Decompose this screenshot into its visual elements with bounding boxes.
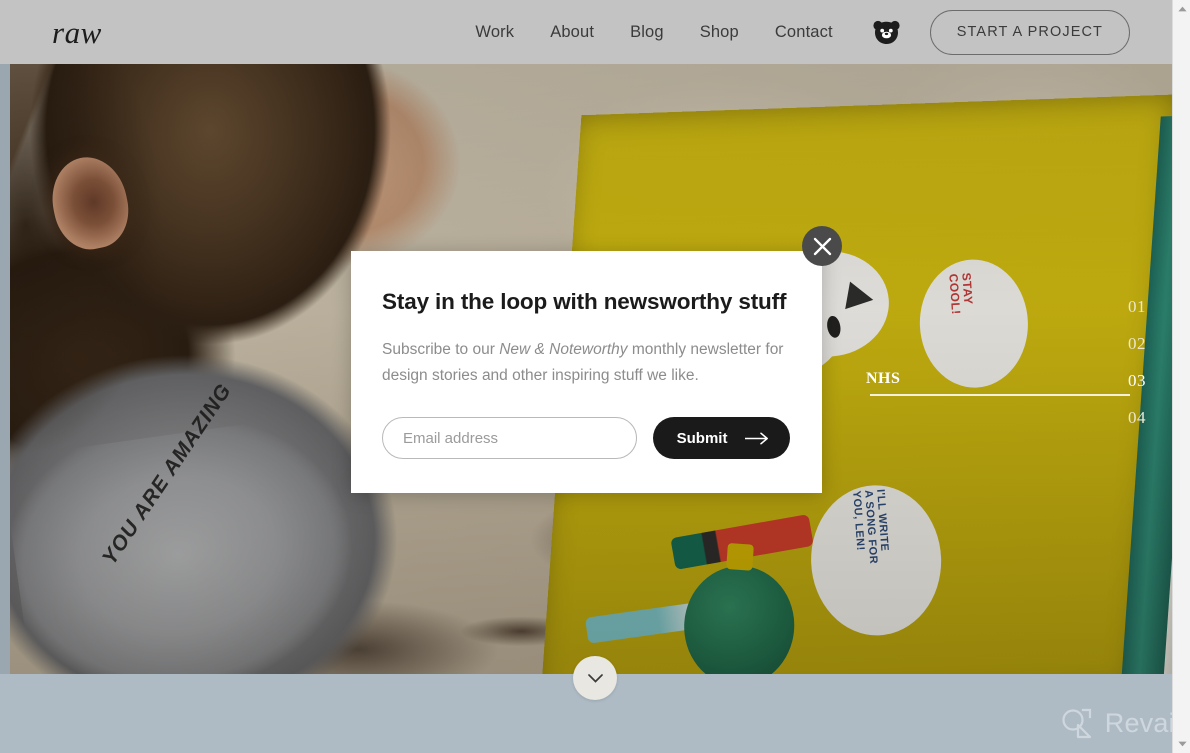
nav-item-blog[interactable]: Blog — [612, 23, 682, 42]
main-navigation: Work About Blog Shop Contact — [457, 20, 915, 45]
email-input[interactable] — [382, 417, 637, 460]
slide-label: NHS — [866, 370, 901, 387]
slide-indicator-02[interactable]: 02 — [1086, 325, 1146, 362]
ornament-cap — [726, 542, 754, 571]
site-logo[interactable]: raw — [52, 17, 102, 48]
slide-indicator-04[interactable]: 04 — [1086, 399, 1146, 436]
close-icon — [813, 237, 831, 255]
scrollbar-up-arrow[interactable] — [1173, 0, 1190, 18]
sweatshirt — [10, 408, 400, 674]
newsletter-form: Submit — [382, 417, 790, 460]
revain-logo-icon — [1062, 708, 1091, 739]
goose-beak — [845, 281, 876, 314]
site-header: raw Work About Blog Shop Contact START A… — [0, 0, 1172, 64]
nav-item-shop[interactable]: Shop — [682, 23, 757, 42]
arrow-right-icon — [745, 432, 769, 445]
modal-title: Stay in the loop with newsworthy stuff — [382, 289, 787, 314]
caret-down-icon — [1177, 741, 1187, 747]
submit-button[interactable]: Submit — [652, 417, 790, 460]
slide-active-rule — [870, 394, 1130, 396]
nav-item-work[interactable]: Work — [457, 23, 532, 42]
vertical-scrollbar[interactable] — [1172, 0, 1190, 753]
newsletter-modal: Stay in the loop with newsworthy stuff S… — [351, 251, 822, 494]
left-edge-strip — [0, 64, 10, 674]
start-project-button[interactable]: START A PROJECT — [929, 9, 1130, 55]
page-root: YOU ARE AMAZING STAY COOL! I'LL WRITE A … — [0, 0, 1190, 753]
modal-body-emphasis: New & Noteworthy — [499, 341, 628, 358]
modal-body-part1: Subscribe to our — [382, 341, 500, 358]
close-modal-button[interactable] — [802, 226, 842, 266]
nav-item-about[interactable]: About — [532, 23, 612, 42]
slide-indicators[interactable]: 01 02 03 04 — [1086, 288, 1146, 436]
caret-up-icon — [1177, 6, 1187, 12]
scrollbar-down-arrow[interactable] — [1173, 735, 1190, 753]
bear-head-icon — [873, 20, 900, 44]
revain-watermark: Revain — [1057, 704, 1190, 742]
slide-indicator-01[interactable]: 01 — [1086, 288, 1146, 325]
speech-bubble-2-text: I'LL WRITE A SONG FOR YOU, LEN! — [849, 488, 891, 565]
nav-item-contact[interactable]: Contact — [757, 23, 851, 42]
bear-icon-link[interactable] — [851, 20, 916, 45]
scroll-down-button[interactable] — [573, 656, 617, 700]
chevron-down-icon — [587, 673, 603, 683]
speech-bubble-1-text: STAY COOL! — [946, 272, 976, 316]
submit-button-label: Submit — [676, 429, 728, 447]
modal-description: Subscribe to our New & Noteworthy monthl… — [382, 337, 790, 389]
